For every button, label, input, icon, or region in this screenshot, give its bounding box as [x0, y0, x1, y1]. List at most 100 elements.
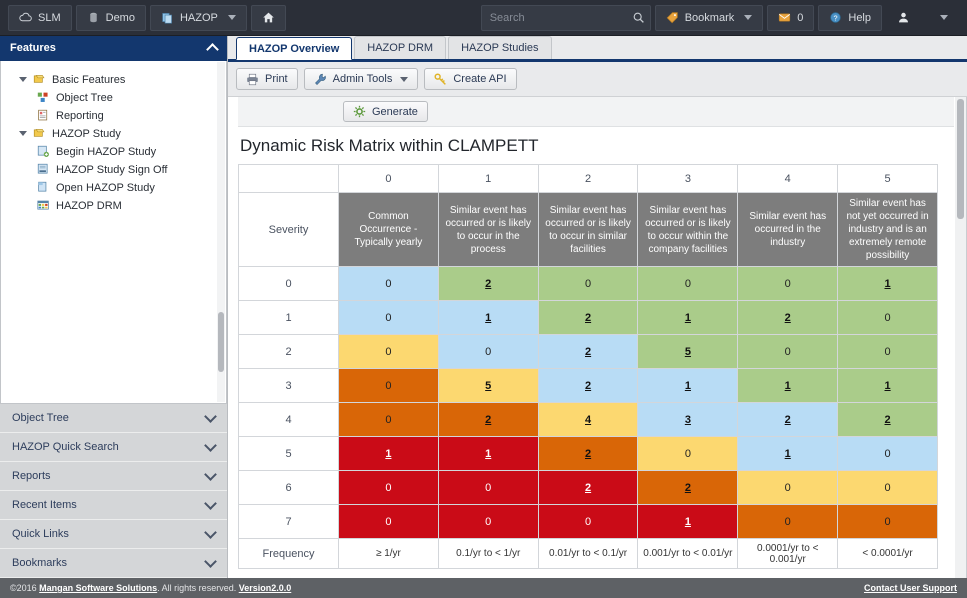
slm-button[interactable]: SLM — [8, 4, 72, 31]
chevron-up-icon[interactable] — [208, 44, 217, 53]
user-menu-button[interactable] — [886, 5, 921, 31]
matrix-cell-value[interactable]: 2 — [585, 482, 591, 494]
messages-button[interactable]: 0 — [767, 4, 815, 31]
create-api-button[interactable]: Create API — [424, 68, 517, 90]
matrix-cell-value[interactable]: 2 — [585, 346, 591, 358]
matrix-cell-value[interactable]: 1 — [685, 380, 691, 392]
matrix-cell[interactable]: 1 — [437, 300, 539, 335]
tab-hazop-overview[interactable]: HAZOP Overview — [236, 37, 353, 60]
matrix-cell-value[interactable]: 2 — [585, 380, 591, 392]
version-link[interactable]: Version2.0.0 — [239, 583, 292, 593]
matrix-cell[interactable]: 4 — [537, 402, 639, 437]
matrix-cell-value[interactable]: 3 — [685, 414, 691, 426]
matrix-cell[interactable]: 2 — [537, 334, 639, 369]
matrix-cell[interactable]: 1 — [737, 368, 839, 403]
contact-user-support-link[interactable]: Contact User Support — [864, 583, 957, 593]
matrix-cell-value[interactable]: 1 — [785, 448, 791, 460]
help-button[interactable]: ? Help — [818, 4, 882, 31]
matrix-cell[interactable]: 1 — [637, 368, 739, 403]
accordion-recent-items[interactable]: Recent Items — [0, 491, 227, 520]
search-icon[interactable] — [632, 11, 645, 24]
search-box[interactable] — [480, 4, 651, 31]
matrix-cell-value[interactable]: 1 — [685, 312, 691, 324]
matrix-cell[interactable]: 1 — [637, 504, 739, 539]
matrix-cell-value[interactable]: 1 — [685, 516, 691, 528]
chevron-down-icon[interactable] — [206, 501, 215, 510]
bookmark-button[interactable]: Bookmark — [654, 4, 764, 31]
matrix-cell[interactable]: 1 — [437, 436, 539, 471]
tab-hazop-drm[interactable]: HAZOP DRM — [354, 36, 447, 59]
hazop-context-button[interactable]: HAZOP — [149, 4, 247, 31]
matrix-cell-value[interactable]: 1 — [785, 380, 791, 392]
twisty-expanded-icon[interactable] — [19, 77, 27, 83]
matrix-cell-value[interactable]: 2 — [585, 312, 591, 324]
matrix-cell[interactable]: 1 — [737, 436, 839, 471]
matrix-cell-value[interactable]: 1 — [885, 278, 891, 290]
accordion-bookmarks[interactable]: Bookmarks — [0, 549, 227, 578]
matrix-cell-value[interactable]: 4 — [585, 414, 591, 426]
accordion-quick-links[interactable]: Quick Links — [0, 520, 227, 549]
matrix-cell[interactable]: 2 — [437, 266, 539, 301]
search-input[interactable] — [489, 11, 632, 24]
matrix-cell[interactable]: 5 — [437, 368, 539, 403]
matrix-cell[interactable]: 2 — [437, 402, 539, 437]
matrix-cell[interactable]: 2 — [737, 402, 839, 437]
matrix-cell-value[interactable]: 2 — [785, 312, 791, 324]
twisty-expanded-icon[interactable] — [19, 131, 27, 137]
matrix-cell[interactable]: 1 — [637, 300, 739, 335]
tree-item-begin-hazop-study[interactable]: Begin HAZOP Study — [1, 143, 226, 161]
matrix-cell-value[interactable]: 2 — [685, 482, 691, 494]
user-menu-caret[interactable] — [925, 5, 959, 31]
tree-item-hazop-study-sign-off[interactable]: HAZOP Study Sign Off — [1, 161, 226, 179]
company-link[interactable]: Mangan Software Solutions — [39, 583, 157, 593]
matrix-cell-value[interactable]: 2 — [585, 448, 591, 460]
tab-hazop-studies[interactable]: HAZOP Studies — [448, 36, 552, 59]
matrix-cell-value[interactable]: 2 — [785, 414, 791, 426]
generate-button[interactable]: Generate — [343, 101, 428, 122]
features-scroll-thumb[interactable] — [218, 311, 224, 372]
print-button[interactable]: Print — [236, 68, 298, 90]
matrix-cell-value[interactable]: 1 — [385, 448, 391, 460]
matrix-cell[interactable]: 2 — [837, 402, 938, 437]
matrix-cell-value[interactable]: 1 — [885, 380, 891, 392]
chevron-down-icon[interactable] — [206, 530, 215, 539]
matrix-cell-value[interactable]: 2 — [885, 414, 891, 426]
matrix-cell[interactable]: 2 — [537, 368, 639, 403]
chevron-down-icon[interactable] — [206, 472, 215, 481]
matrix-cell[interactable]: 1 — [837, 266, 938, 301]
matrix-cell[interactable]: 3 — [637, 402, 739, 437]
admin-tools-button[interactable]: Admin Tools — [303, 68, 419, 90]
demo-button[interactable]: Demo — [75, 4, 146, 31]
matrix-cell[interactable]: 1 — [338, 436, 439, 471]
chevron-down-icon[interactable] — [206, 414, 215, 423]
content-scroll-thumb[interactable] — [957, 99, 964, 219]
matrix-cell[interactable]: 2 — [737, 300, 839, 335]
home-button[interactable] — [250, 4, 286, 31]
matrix-cell-value[interactable]: 5 — [685, 346, 691, 358]
tree-item-object-tree[interactable]: Object Tree — [1, 89, 226, 107]
tree-item-basic-features[interactable]: Basic Features — [1, 71, 226, 89]
tree-item-open-hazop-study[interactable]: Open HAZOP Study — [1, 179, 226, 197]
matrix-cell-value[interactable]: 5 — [485, 380, 491, 392]
matrix-cell[interactable]: 5 — [637, 334, 739, 369]
matrix-cell-value[interactable]: 2 — [485, 414, 491, 426]
matrix-cell[interactable]: 2 — [537, 470, 639, 505]
tree-item-hazop-drm[interactable]: HAZOP DRM — [1, 197, 226, 215]
matrix-cell[interactable]: 2 — [537, 436, 639, 471]
features-panel-header[interactable]: Features — [0, 36, 227, 61]
chevron-down-icon[interactable] — [206, 559, 215, 568]
chevron-down-icon[interactable] — [206, 443, 215, 452]
matrix-cell[interactable]: 2 — [537, 300, 639, 335]
features-scrollbar[interactable] — [217, 61, 225, 402]
matrix-cell-value[interactable]: 1 — [485, 312, 491, 324]
accordion-reports[interactable]: Reports — [0, 462, 227, 491]
matrix-cell-value[interactable]: 1 — [485, 448, 491, 460]
content-scrollbar[interactable] — [955, 97, 966, 578]
matrix-cell[interactable]: 2 — [637, 470, 739, 505]
accordion-hazop-quick-search[interactable]: HAZOP Quick Search — [0, 433, 227, 462]
tree-item-reporting[interactable]: Reporting — [1, 107, 226, 125]
matrix-cell-value[interactable]: 2 — [485, 278, 491, 290]
matrix-cell[interactable]: 1 — [837, 368, 938, 403]
accordion-object-tree[interactable]: Object Tree — [0, 404, 227, 433]
tree-item-hazop-study[interactable]: HAZOP Study — [1, 125, 226, 143]
